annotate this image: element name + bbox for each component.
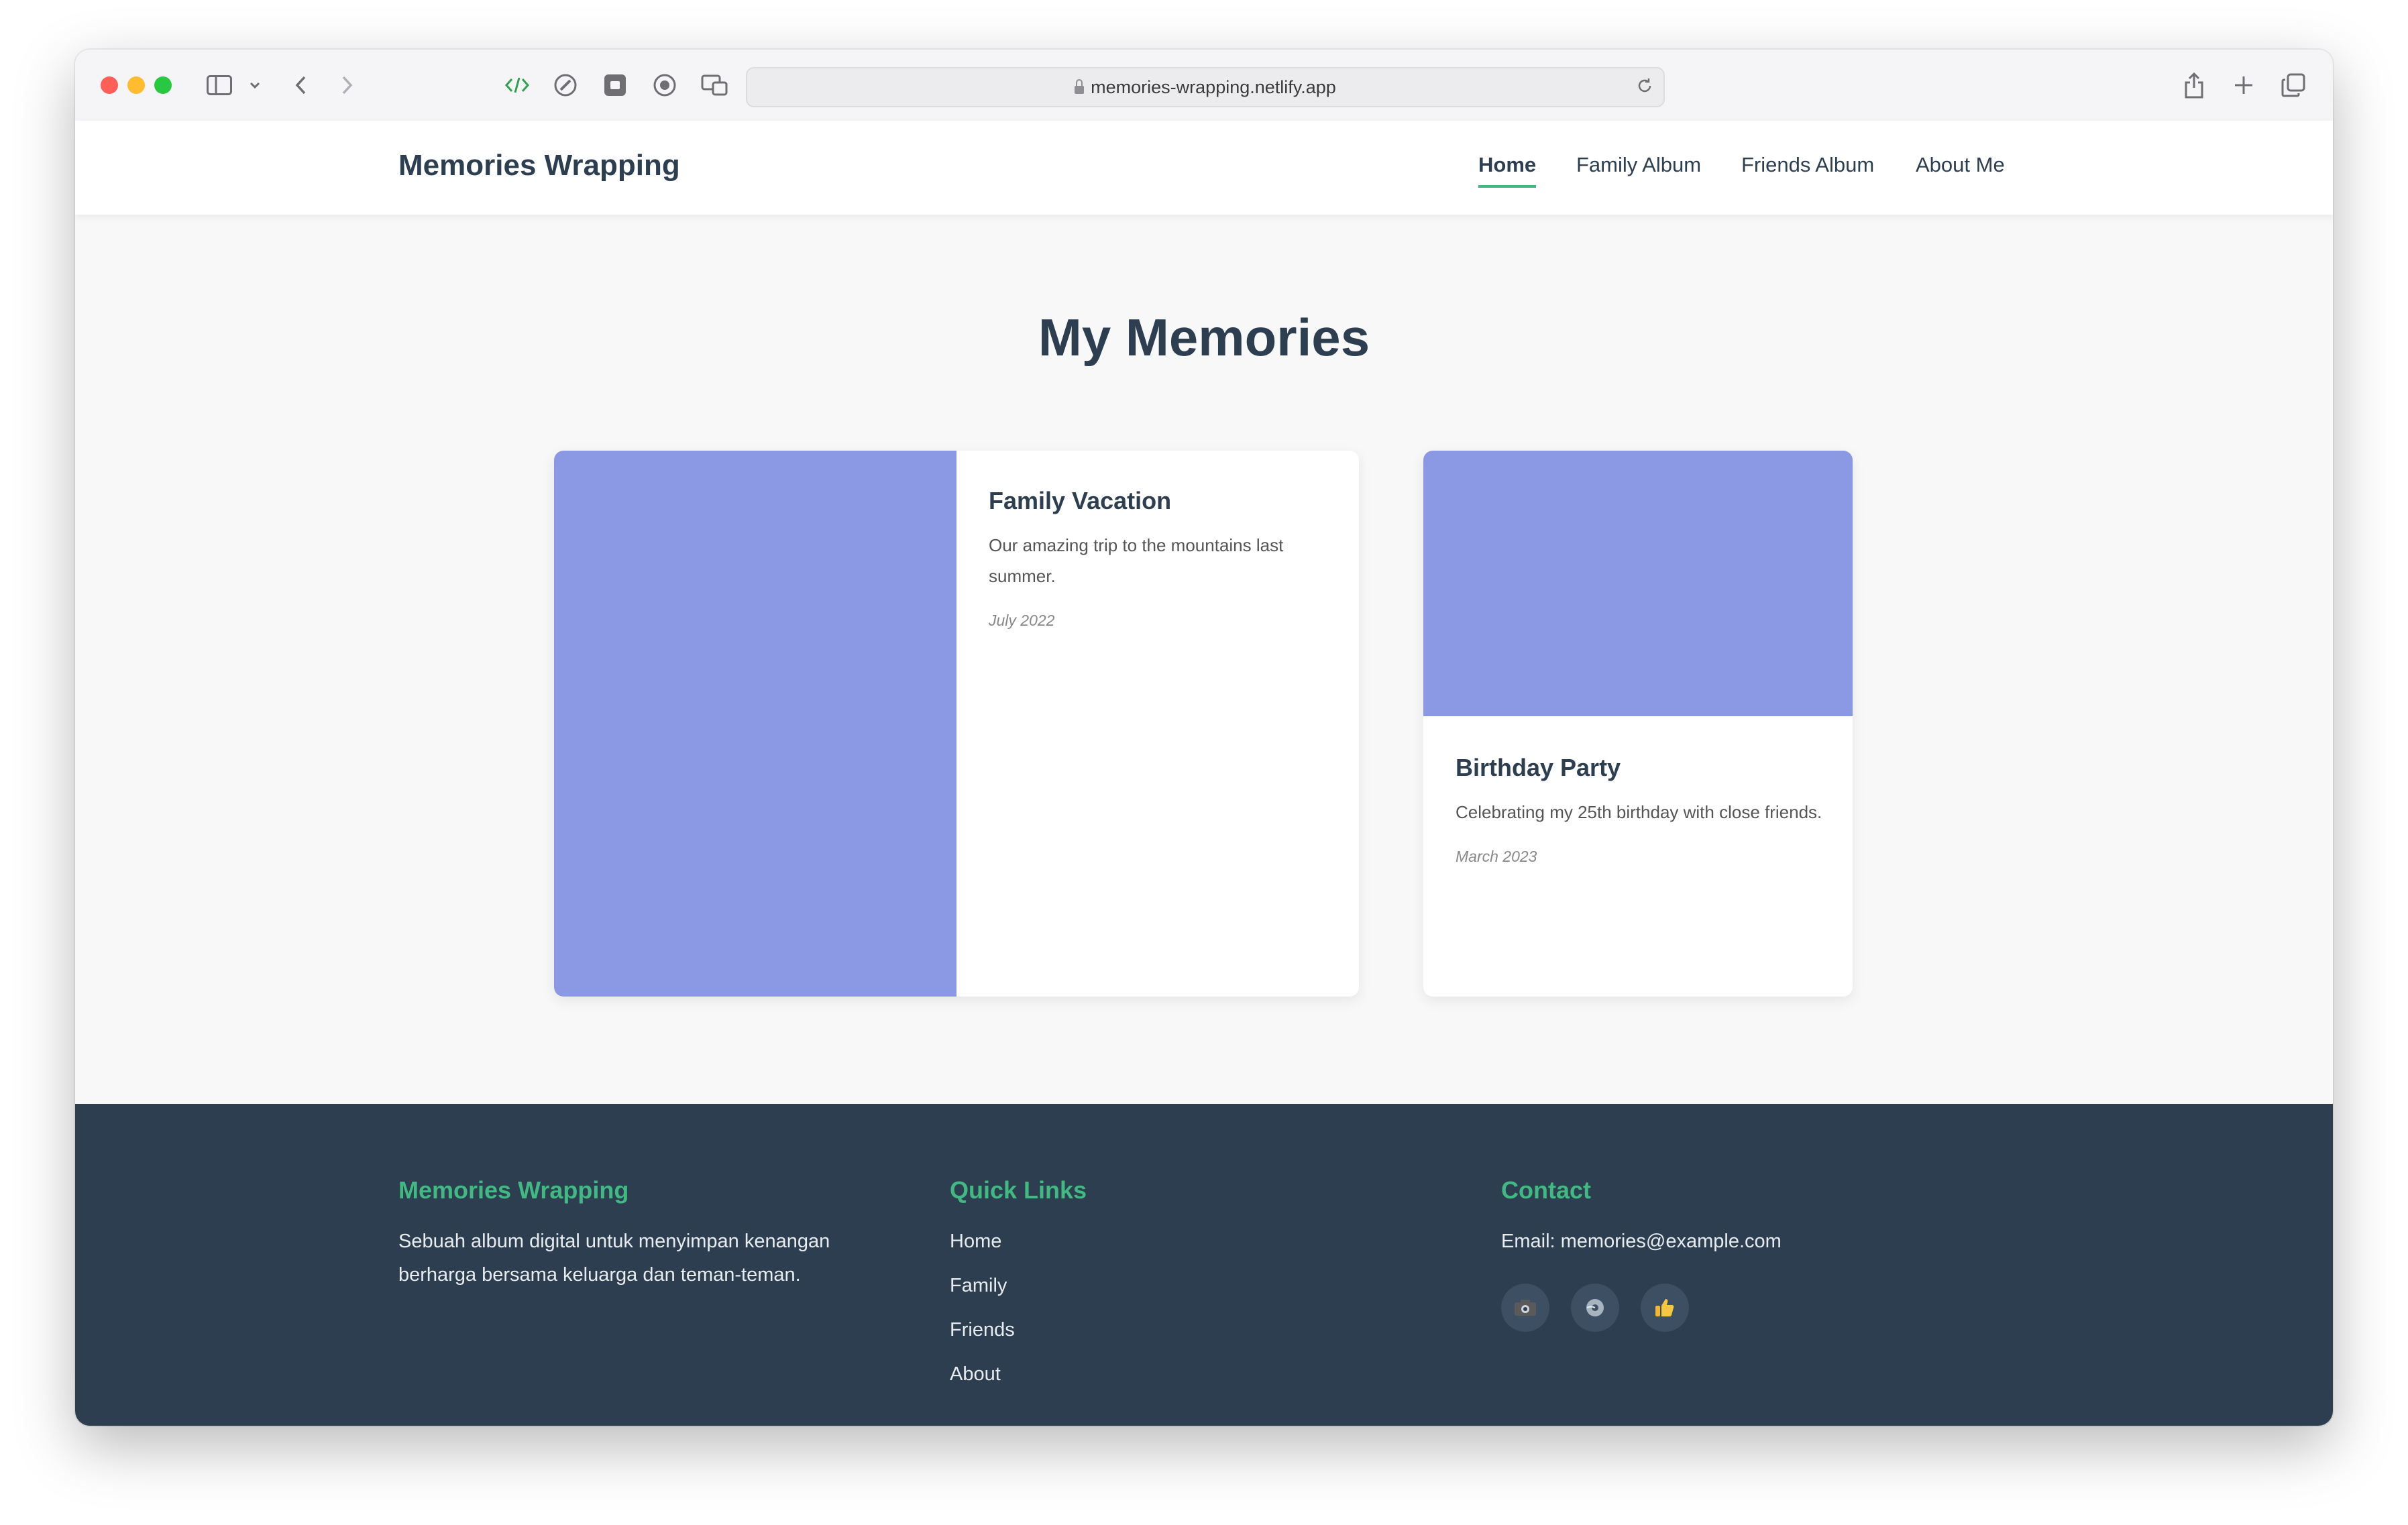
card-body: Birthday Party Celebrating my 25th birth… xyxy=(1456,754,1831,866)
new-tab-icon[interactable] xyxy=(2228,70,2259,101)
nav-about-me[interactable]: About Me xyxy=(1916,153,2005,177)
close-window-button[interactable] xyxy=(101,76,118,94)
globe-icon[interactable] xyxy=(1571,1284,1619,1332)
camera-icon[interactable] xyxy=(1501,1284,1549,1332)
footer-about-text: Sebuah album digital untuk menyimpan ken… xyxy=(398,1231,830,1286)
card-description: Celebrating my 25th birthday with close … xyxy=(1456,802,1822,822)
maximize-window-button[interactable] xyxy=(154,76,172,94)
minimize-window-button[interactable] xyxy=(127,76,145,94)
footer-quick-links: Quick Links Home Family Friends About xyxy=(950,1176,1352,1402)
sidebar-icon[interactable] xyxy=(204,70,235,101)
footer-link-home[interactable]: Home xyxy=(950,1225,1352,1269)
extension-icon[interactable] xyxy=(600,70,631,101)
browser-toolbar: memories-wrapping.netlify.app xyxy=(75,50,2333,122)
card-title: Family Vacation xyxy=(989,487,1172,514)
card-title: Birthday Party xyxy=(1456,754,1621,781)
memory-card[interactable]: Family Vacation Our amazing trip to the … xyxy=(554,451,1359,997)
chevron-down-icon[interactable] xyxy=(247,70,263,101)
lock-icon xyxy=(1075,79,1085,94)
footer-about-heading: Memories Wrapping xyxy=(398,1176,629,1204)
footer-links-list: Home Family Friends About xyxy=(950,1225,1352,1402)
footer-link-family[interactable]: Family xyxy=(950,1269,1352,1313)
card-date: July 2022 xyxy=(989,612,1055,629)
site-logo[interactable]: Memories Wrapping xyxy=(398,149,680,182)
address-bar[interactable]: memories-wrapping.netlify.app xyxy=(746,67,1665,107)
responsive-icon[interactable] xyxy=(699,70,730,101)
card-date: March 2023 xyxy=(1456,848,1537,865)
social-links xyxy=(1501,1284,1971,1332)
card-image xyxy=(554,451,956,997)
nav-friends-album[interactable]: Friends Album xyxy=(1741,153,1874,177)
record-icon[interactable] xyxy=(649,70,680,101)
share-icon[interactable] xyxy=(2179,70,2209,101)
footer-about: Memories Wrapping Sebuah album digital u… xyxy=(398,1176,908,1292)
tabs-overview-icon[interactable] xyxy=(2278,70,2309,101)
footer-email: Email: memories@example.com xyxy=(1501,1231,1782,1252)
footer-quick-links-heading: Quick Links xyxy=(950,1176,1087,1204)
footer-link-friends[interactable]: Friends xyxy=(950,1313,1352,1357)
forward-icon[interactable] xyxy=(334,70,361,101)
thumbs-up-icon[interactable] xyxy=(1641,1284,1689,1332)
card-description: Our amazing trip to the mountains last s… xyxy=(989,535,1284,586)
back-icon[interactable] xyxy=(287,70,314,101)
nav-home[interactable]: Home xyxy=(1478,153,1537,188)
site-header: Memories Wrapping Home Family Album Frie… xyxy=(75,121,2333,215)
memory-card[interactable]: Birthday Party Celebrating my 25th birth… xyxy=(1423,451,1853,997)
footer-link-about[interactable]: About xyxy=(950,1357,1352,1402)
card-image xyxy=(1423,451,1853,716)
nav-family-album[interactable]: Family Album xyxy=(1576,153,1701,177)
reload-icon[interactable] xyxy=(1635,76,1654,99)
site-footer: Memories Wrapping Sebuah album digital u… xyxy=(75,1104,2333,1426)
card-body: Family Vacation Our amazing trip to the … xyxy=(989,487,1324,630)
browser-window: memories-wrapping.netlify.app Memories W… xyxy=(75,50,2333,1426)
page-title: My Memories xyxy=(1038,308,1370,367)
footer-contact-heading: Contact xyxy=(1501,1176,1591,1204)
url-text: memories-wrapping.netlify.app xyxy=(1091,76,1336,97)
code-icon[interactable] xyxy=(502,70,533,101)
compass-icon[interactable] xyxy=(550,70,581,101)
footer-contact: Contact Email: memories@example.com xyxy=(1501,1176,1971,1332)
